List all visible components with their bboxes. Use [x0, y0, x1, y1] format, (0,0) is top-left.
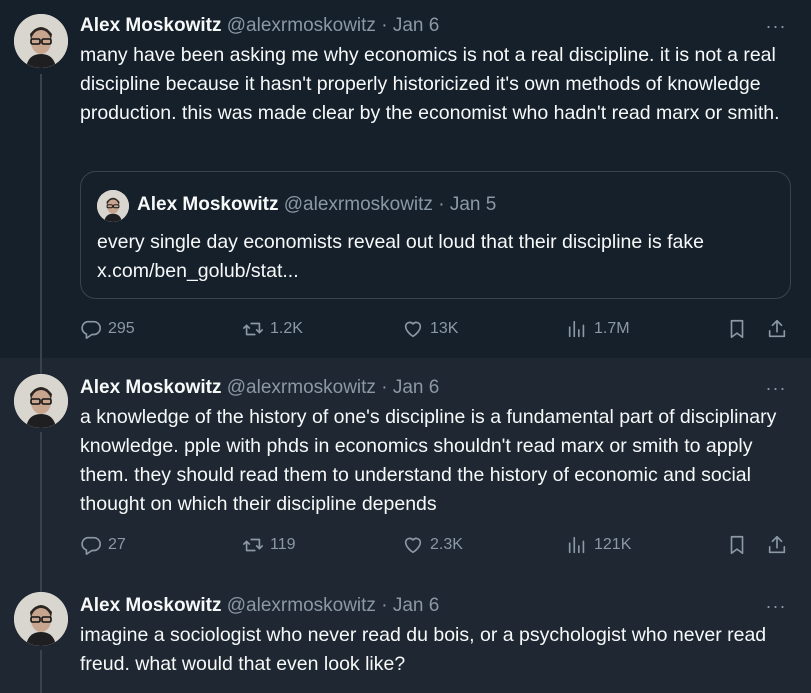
author-handle[interactable]: @alexrmoskowitz — [227, 15, 376, 36]
tweet-thread: Alex Moskowitz @alexrmoskowitz · Jan 6 ·… — [0, 0, 811, 693]
more-icon[interactable]: ··· — [761, 379, 791, 404]
separator: · — [432, 194, 450, 215]
action-bar: 295 1.2K 13K 1.7M — [80, 314, 793, 344]
more-icon[interactable]: ··· — [761, 597, 791, 622]
reply-button[interactable]: 27 — [80, 530, 126, 560]
tweet-header: Alex Moskowitz @alexrmoskowitz · Jan 6 — [80, 594, 439, 618]
separator: · — [375, 595, 393, 616]
avatar — [97, 190, 129, 222]
tweet[interactable]: Alex Moskowitz @alexrmoskowitz · Jan 6 ·… — [0, 0, 811, 358]
repost-icon — [243, 538, 263, 552]
bookmark-button[interactable] — [726, 530, 748, 560]
repost-icon — [243, 322, 263, 336]
share-icon — [768, 319, 786, 338]
author-handle: @alexrmoskowitz — [283, 194, 433, 215]
author-name[interactable]: Alex Moskowitz — [80, 377, 221, 398]
action-bar: 27 119 2.3K 121K — [80, 530, 793, 560]
view-count: 1.7M — [594, 320, 630, 337]
tweet-date[interactable]: Jan 6 — [393, 15, 439, 36]
thread-line — [40, 650, 42, 693]
like-count: 2.3K — [430, 536, 463, 553]
like-button[interactable]: 2.3K — [402, 530, 463, 560]
separator: · — [375, 15, 393, 36]
view-count: 121K — [594, 536, 632, 553]
quoted-link[interactable]: x.com/ben_golub/stat... — [97, 257, 774, 286]
author-handle[interactable]: @alexrmoskowitz — [227, 377, 376, 398]
tweet-date[interactable]: Jan 6 — [393, 377, 439, 398]
heart-icon — [404, 537, 422, 554]
tweet-date[interactable]: Jan 6 — [393, 595, 439, 616]
author-name[interactable]: Alex Moskowitz — [80, 15, 221, 36]
like-button[interactable]: 13K — [402, 314, 458, 344]
tweet-text: a knowledge of the history of one's disc… — [80, 406, 777, 515]
author-name: Alex Moskowitz — [137, 194, 279, 215]
more-icon[interactable]: ··· — [761, 17, 791, 42]
share-button[interactable] — [766, 314, 788, 344]
tweet[interactable]: Alex Moskowitz @alexrmoskowitz · Jan 6 ·… — [0, 358, 811, 576]
views-button[interactable]: 1.7M — [566, 314, 630, 344]
bookmark-icon — [730, 319, 744, 339]
thread-line — [40, 432, 42, 576]
share-icon — [768, 535, 786, 554]
share-button[interactable] — [766, 530, 788, 560]
repost-count: 119 — [270, 536, 296, 553]
avatar[interactable] — [14, 14, 68, 68]
thread-line — [40, 74, 42, 358]
tweet-date: Jan 5 — [449, 194, 497, 215]
bookmark-button[interactable] — [726, 314, 748, 344]
views-icon — [568, 320, 585, 338]
reply-icon — [81, 536, 101, 555]
tweet-text: imagine a sociologist who never read du … — [80, 624, 767, 675]
thread-line — [40, 358, 42, 374]
author-handle[interactable]: @alexrmoskowitz — [227, 595, 376, 616]
separator: · — [375, 377, 393, 398]
reply-count: 295 — [108, 320, 135, 337]
repost-button[interactable]: 119 — [242, 530, 296, 560]
repost-button[interactable]: 1.2K — [242, 314, 303, 344]
views-icon — [568, 536, 585, 554]
avatar[interactable] — [14, 374, 68, 428]
heart-icon — [404, 321, 422, 338]
thread-line — [40, 576, 42, 592]
bookmark-icon — [730, 535, 744, 555]
quoted-tweet-text: every single day economists reveal out l… — [97, 228, 774, 286]
avatar[interactable] — [14, 592, 68, 646]
tweet-header: Alex Moskowitz @alexrmoskowitz · Jan 6 — [80, 376, 439, 400]
quoted-tweet[interactable]: Alex Moskowitz @alexrmoskowitz · Jan 5 e… — [80, 171, 791, 299]
tweet-text: many have been asking me why economics i… — [80, 44, 780, 124]
repost-count: 1.2K — [270, 320, 303, 337]
quoted-text: every single day economists reveal out l… — [97, 231, 704, 253]
author-name[interactable]: Alex Moskowitz — [80, 595, 221, 616]
reply-icon — [81, 320, 101, 339]
tweet-header: Alex Moskowitz @alexrmoskowitz · Jan 6 — [80, 14, 439, 38]
views-button[interactable]: 121K — [566, 530, 631, 560]
tweet[interactable]: Alex Moskowitz @alexrmoskowitz · Jan 6 ·… — [0, 576, 811, 693]
reply-count: 27 — [108, 536, 126, 553]
quoted-tweet-header: Alex Moskowitz @alexrmoskowitz · Jan 5 — [137, 193, 496, 217]
reply-button[interactable]: 295 — [80, 314, 135, 344]
like-count: 13K — [430, 320, 459, 337]
